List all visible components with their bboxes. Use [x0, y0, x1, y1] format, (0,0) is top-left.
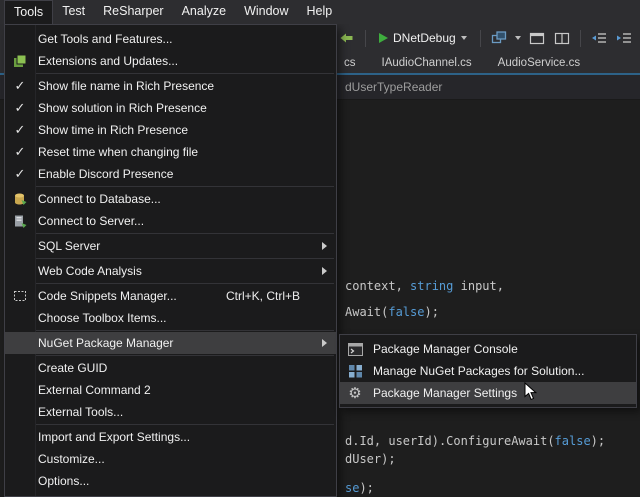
submenu-arrow-icon	[322, 242, 327, 250]
checkmark-icon: ✓	[5, 144, 35, 160]
menu-item-choose-toolbox-items[interactable]: Choose Toolbox Items...	[5, 307, 336, 329]
menu-separator	[36, 424, 334, 425]
menu-item-show-file-name-in-rich-presence[interactable]: ✓Show file name in Rich Presence	[5, 75, 336, 97]
menu-item-create-guid[interactable]: Create GUID	[5, 357, 336, 379]
menu-item-code-snippets-manager[interactable]: Code Snippets Manager... Ctrl+K, Ctrl+B	[5, 285, 336, 307]
menu-item-import-and-export-settings[interactable]: Import and Export Settings...	[5, 426, 336, 448]
menu-item-customize[interactable]: Customize...	[5, 448, 336, 470]
code-line: se);	[345, 481, 374, 495]
checkmark-icon: ✓	[5, 100, 35, 116]
menu-item-label: Extensions and Updates...	[38, 54, 178, 68]
menu-item-label: Options...	[38, 474, 89, 488]
gear-icon: ⚙	[340, 386, 370, 401]
menu-item-label: NuGet Package Manager	[38, 336, 173, 350]
menu-item-label: Manage NuGet Packages for Solution...	[373, 364, 584, 378]
package-icon	[340, 364, 370, 378]
menu-item-label: Code Snippets Manager...	[38, 289, 177, 303]
menu-item-label: Show file name in Rich Presence	[38, 79, 214, 93]
menu-item-label: Show time in Rich Presence	[38, 123, 188, 137]
nuget-submenu-popup: Package Manager Console Manage NuGet Pack…	[339, 334, 637, 408]
menu-item-extensions-and-updates[interactable]: Extensions and Updates...	[5, 50, 336, 72]
menu-separator	[36, 283, 334, 284]
menubar-item-help[interactable]: Help	[298, 0, 342, 24]
menu-item-show-time-in-rich-presence[interactable]: ✓Show time in Rich Presence	[5, 119, 336, 141]
menubar-item-test[interactable]: Test	[53, 0, 94, 24]
extensions-icon	[5, 54, 35, 68]
menu-item-label: Get Tools and Features...	[38, 32, 173, 46]
menubar-item-analyze[interactable]: Analyze	[173, 0, 235, 24]
menubar-item-resharper[interactable]: ReSharper	[94, 0, 172, 24]
menu-item-label: External Tools...	[38, 405, 123, 419]
menu-item-label: External Command 2	[38, 383, 151, 397]
database-icon	[5, 192, 35, 206]
menu-item-label: Create GUID	[38, 361, 107, 375]
menu-item-label: Package Manager Console	[373, 342, 518, 356]
submenu-arrow-icon	[322, 267, 327, 275]
submenu-arrow-icon	[322, 339, 327, 347]
menu-item-label: Reset time when changing file	[38, 145, 198, 159]
console-icon	[340, 343, 370, 356]
menubar-item-tools[interactable]: Tools	[4, 0, 53, 24]
menu-item-get-tools-and-features[interactable]: Get Tools and Features...	[5, 28, 336, 50]
vs-window: DNetDebug csIAudioChannel.csAudioServi	[0, 0, 640, 497]
menu-item-label: Package Manager Settings	[373, 386, 517, 400]
menu-separator	[36, 355, 334, 356]
menu-item-label: Enable Discord Presence	[38, 167, 173, 181]
menu-item-sql-server[interactable]: SQL Server	[5, 235, 336, 257]
menubar-item-window[interactable]: Window	[235, 0, 297, 24]
code-line: dUser);	[345, 452, 396, 466]
menu-item-show-solution-in-rich-presence[interactable]: ✓Show solution in Rich Presence	[5, 97, 336, 119]
menu-item-reset-time-when-changing-file[interactable]: ✓Reset time when changing file	[5, 141, 336, 163]
menu-item-connect-to-server[interactable]: Connect to Server...	[5, 210, 336, 232]
snippet-icon	[5, 289, 35, 303]
menu-separator	[36, 186, 334, 187]
menu-item-label: Import and Export Settings...	[38, 430, 190, 444]
menu-item-manage-nuget-packages-for-solution[interactable]: Manage NuGet Packages for Solution...	[340, 360, 636, 382]
menu-separator	[36, 73, 334, 74]
menu-item-package-manager-console[interactable]: Package Manager Console	[340, 338, 636, 360]
checkmark-icon: ✓	[5, 78, 35, 94]
menu-separator	[36, 330, 334, 331]
menu-item-external-tools[interactable]: External Tools...	[5, 401, 336, 423]
menu-item-label: Customize...	[38, 452, 105, 466]
code-line: context, string input,	[345, 279, 504, 293]
menu-separator	[36, 258, 334, 259]
code-line: Await(false);	[345, 305, 439, 319]
menu-item-label: SQL Server	[38, 239, 100, 253]
menu-item-label: Connect to Server...	[38, 214, 144, 228]
menu-item-web-code-analysis[interactable]: Web Code Analysis	[5, 260, 336, 282]
menu-item-connect-to-database[interactable]: Connect to Database...	[5, 188, 336, 210]
menu-item-label: Show solution in Rich Presence	[38, 101, 207, 115]
menu-separator	[36, 233, 334, 234]
menu-item-label: Choose Toolbox Items...	[38, 311, 167, 325]
menu-item-package-manager-settings[interactable]: ⚙Package Manager Settings	[340, 382, 636, 404]
menu-item-enable-discord-presence[interactable]: ✓Enable Discord Presence	[5, 163, 336, 185]
menubar: ToolsTestReSharperAnalyzeWindowHelp	[0, 0, 640, 24]
checkmark-icon: ✓	[5, 122, 35, 138]
menu-item-options[interactable]: Options...	[5, 470, 336, 492]
menu-item-external-command-2[interactable]: External Command 2	[5, 379, 336, 401]
menu-item-label: Web Code Analysis	[38, 264, 142, 278]
code-line: d.Id, userId).ConfigureAwait(false);	[345, 434, 605, 448]
menu-item-nuget-package-manager[interactable]: NuGet Package Manager	[5, 332, 336, 354]
menu-item-shortcut: Ctrl+K, Ctrl+B	[226, 289, 300, 303]
tools-menu-popup: Get Tools and Features... Extensions and …	[4, 24, 337, 497]
menu-item-label: Connect to Database...	[38, 192, 161, 206]
server-icon	[5, 214, 35, 228]
checkmark-icon: ✓	[5, 166, 35, 182]
